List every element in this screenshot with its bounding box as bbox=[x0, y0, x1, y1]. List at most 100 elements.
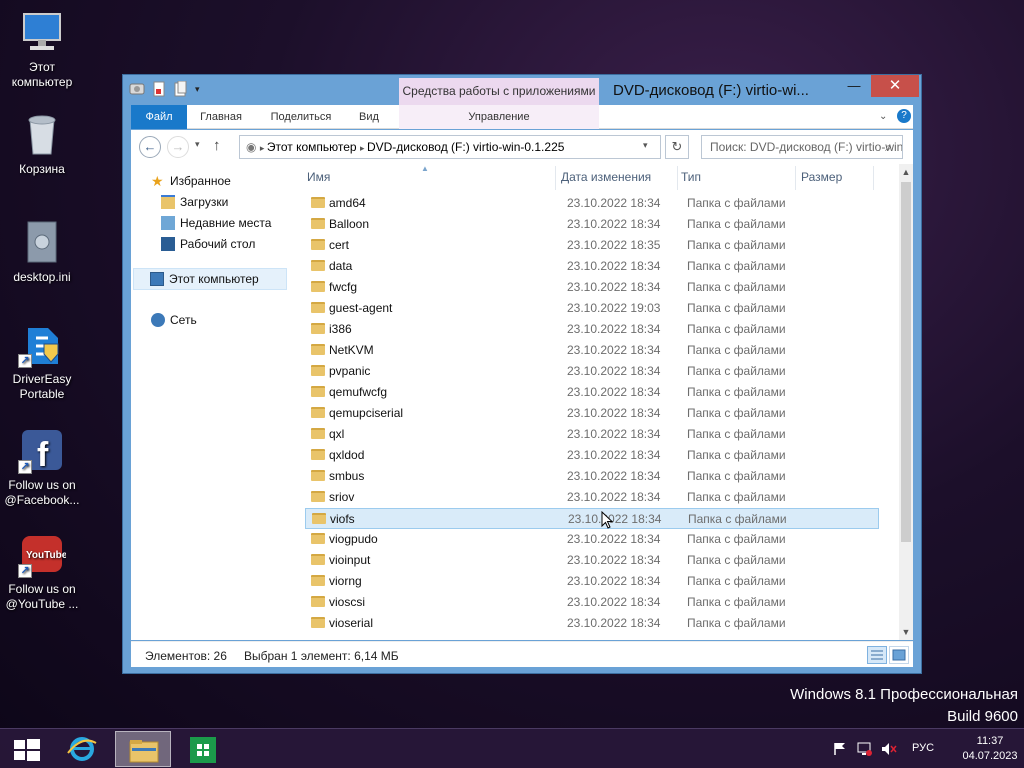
explorer-window[interactable]: ▾ Средства работы с приложениями DVD-дис… bbox=[122, 74, 922, 674]
file-row[interactable]: vioserial 23.10.2022 18:34 Папка с файлами bbox=[305, 613, 879, 634]
file-row[interactable]: viofs 23.10.2022 18:34 Папка с файлами bbox=[305, 508, 879, 529]
recent-locations-icon[interactable]: ▾ bbox=[195, 139, 200, 150]
desktop-icon-facebook[interactable]: f ↗ Follow us on @Facebook... bbox=[0, 426, 84, 508]
file-row[interactable]: sriov 23.10.2022 18:34 Папка с файлами bbox=[305, 487, 879, 508]
file-row[interactable]: viogpudo 23.10.2022 18:34 Папка с файлами bbox=[305, 529, 879, 550]
file-row[interactable]: qxl 23.10.2022 18:34 Папка с файлами bbox=[305, 424, 879, 445]
file-name: fwcfg bbox=[329, 280, 358, 294]
file-name: qemufwcfg bbox=[329, 385, 388, 399]
tab-home[interactable]: Главная bbox=[191, 105, 251, 129]
nav-favorites[interactable]: ★ Избранное bbox=[151, 174, 231, 188]
desktop-icon bbox=[161, 237, 175, 251]
desktop-icon-recycle-bin[interactable]: Корзина bbox=[0, 110, 84, 177]
folder-icon bbox=[311, 575, 325, 586]
folder-icon bbox=[312, 513, 326, 524]
file-row[interactable]: cert 23.10.2022 18:35 Папка с файлами bbox=[305, 235, 879, 256]
file-row[interactable]: guest-agent 23.10.2022 19:03 Папка с файла… bbox=[305, 298, 879, 319]
file-row[interactable]: vioinput 23.10.2022 18:34 Папка с файлами bbox=[305, 550, 879, 571]
file-date: 23.10.2022 18:34 bbox=[567, 448, 661, 462]
action-center-icon[interactable] bbox=[832, 741, 848, 768]
store-button[interactable] bbox=[176, 731, 232, 767]
scroll-down-icon[interactable]: ▼ bbox=[899, 624, 913, 640]
help-icon[interactable]: ? bbox=[897, 109, 911, 123]
file-date: 23.10.2022 18:34 bbox=[567, 595, 661, 609]
file-row[interactable]: qemufwcfg 23.10.2022 18:34 Папка с файлами bbox=[305, 382, 879, 403]
file-type: Папка с файлами bbox=[687, 343, 786, 357]
file-row[interactable]: amd64 23.10.2022 18:34 Папка с файлами bbox=[305, 193, 879, 214]
properties-icon[interactable] bbox=[151, 81, 167, 97]
item-count: Элементов: 26 bbox=[145, 649, 227, 663]
tab-manage[interactable]: Управление bbox=[399, 105, 599, 129]
folder-icon bbox=[311, 386, 325, 397]
watermark-edition: Windows 8.1 Профессиональная bbox=[790, 686, 1018, 703]
file-row[interactable]: viorng 23.10.2022 18:34 Папка с файлами bbox=[305, 571, 879, 592]
file-row[interactable]: Balloon 23.10.2022 18:34 Папка с файлами bbox=[305, 214, 879, 235]
minimize-button[interactable]: — bbox=[839, 75, 869, 97]
nav-network[interactable]: Сеть bbox=[151, 313, 197, 327]
column-header-type[interactable]: Тип bbox=[681, 170, 701, 184]
internet-explorer-button[interactable] bbox=[54, 731, 110, 767]
folder-icon bbox=[311, 365, 325, 376]
file-row[interactable]: NetKVM 23.10.2022 18:34 Папка с файлами bbox=[305, 340, 879, 361]
file-row[interactable]: qemupciserial 23.10.2022 18:34 Папка с фай… bbox=[305, 403, 879, 424]
forward-button[interactable]: → bbox=[167, 136, 189, 158]
up-button[interactable]: ↑ bbox=[213, 137, 221, 154]
large-icons-view-icon[interactable] bbox=[889, 646, 909, 664]
title-bar[interactable]: ▾ Средства работы с приложениями DVD-дис… bbox=[123, 75, 921, 105]
content-area: ★ Избранное Загрузки Недавние места Рабо… bbox=[131, 164, 913, 640]
new-folder-icon[interactable] bbox=[173, 80, 189, 97]
desktop-icon-youtube[interactable]: YouTube ↗ Follow us on @YouTube ... bbox=[0, 530, 84, 612]
nav-recent-places[interactable]: Недавние места bbox=[161, 216, 271, 230]
tab-view[interactable]: Вид bbox=[349, 105, 389, 129]
ribbon-expand-icon[interactable]: ⌄ bbox=[879, 111, 887, 122]
address-dropdown-icon[interactable]: ▾ bbox=[643, 140, 648, 151]
file-row[interactable]: smbus 23.10.2022 18:34 Папка с файлами bbox=[305, 466, 879, 487]
breadcrumb-dvd-drive[interactable]: DVD-дисковод (F:) virtio-win-0.1.225 bbox=[367, 140, 564, 154]
search-input[interactable]: Поиск: DVD-дисковод (F:) virtio-win-0.1.… bbox=[701, 135, 903, 159]
file-name: qxldod bbox=[329, 448, 365, 462]
desktop-icon-settings-file[interactable]: desktop.ini bbox=[0, 218, 84, 285]
column-header-name[interactable]: Имя bbox=[307, 170, 330, 184]
file-date: 23.10.2022 18:34 bbox=[567, 490, 661, 504]
file-name: viogpudo bbox=[329, 532, 378, 546]
file-row[interactable]: pvpanic 23.10.2022 18:34 Папка с файлами bbox=[305, 361, 879, 382]
start-button[interactable] bbox=[0, 731, 56, 767]
file-name: qxl bbox=[329, 427, 345, 441]
language-indicator[interactable]: РУС bbox=[912, 742, 934, 768]
desktop-icon-drivereasy[interactable]: ↗ DriverEasy Portable bbox=[0, 320, 84, 402]
column-separator bbox=[795, 166, 796, 190]
back-button[interactable]: ← bbox=[139, 136, 161, 158]
file-row[interactable]: i386 23.10.2022 18:34 Папка с файлами bbox=[305, 319, 879, 340]
tab-file[interactable]: Файл bbox=[131, 105, 187, 129]
column-separator bbox=[677, 166, 678, 190]
nav-desktop[interactable]: Рабочий стол bbox=[161, 237, 255, 251]
folder-icon bbox=[311, 470, 325, 481]
clock[interactable]: 11:37 04.07.2023 bbox=[960, 734, 1020, 764]
details-view-icon[interactable] bbox=[867, 646, 887, 664]
file-name: pvpanic bbox=[329, 364, 371, 378]
network-disconnected-icon[interactable] bbox=[856, 741, 874, 768]
nav-this-pc[interactable]: Этот компьютер bbox=[133, 268, 287, 290]
file-row[interactable]: vioscsi 23.10.2022 18:34 Папка с файлами bbox=[305, 592, 879, 613]
file-row[interactable]: fwcfg 23.10.2022 18:34 Папка с файлами bbox=[305, 277, 879, 298]
file-row[interactable]: qxldod 23.10.2022 18:34 Папка с файлами bbox=[305, 445, 879, 466]
column-header-size[interactable]: Размер bbox=[801, 170, 842, 184]
customize-qat-icon[interactable]: ▾ bbox=[195, 81, 205, 97]
scrollbar-thumb[interactable] bbox=[901, 182, 911, 542]
vertical-scrollbar[interactable]: ▲ ▼ bbox=[899, 164, 913, 640]
volume-muted-icon[interactable] bbox=[880, 741, 898, 768]
explorer-app-icon[interactable] bbox=[129, 81, 145, 97]
tab-share[interactable]: Поделиться bbox=[263, 105, 339, 129]
scroll-up-icon[interactable]: ▲ bbox=[899, 164, 913, 180]
refresh-button[interactable]: ↻ bbox=[665, 135, 689, 159]
desktop-icon-computer[interactable]: Этот компьютер bbox=[0, 8, 84, 90]
address-bar[interactable]: ◉ ▸ Этот компьютер ▸ DVD-дисковод (F:) v… bbox=[239, 135, 661, 159]
file-list[interactable]: ▲ Имя Дата изменения Тип Размер amd64 23.… bbox=[299, 164, 899, 640]
file-explorer-button[interactable] bbox=[115, 731, 171, 767]
file-row[interactable]: data 23.10.2022 18:34 Папка с файлами bbox=[305, 256, 879, 277]
breadcrumb-this-pc[interactable]: Этот компьютер bbox=[267, 140, 357, 154]
nav-downloads[interactable]: Загрузки bbox=[161, 195, 228, 209]
column-header-date[interactable]: Дата изменения bbox=[561, 170, 651, 184]
file-date: 23.10.2022 18:34 bbox=[567, 322, 661, 336]
close-button[interactable]: ✕ bbox=[871, 75, 919, 97]
